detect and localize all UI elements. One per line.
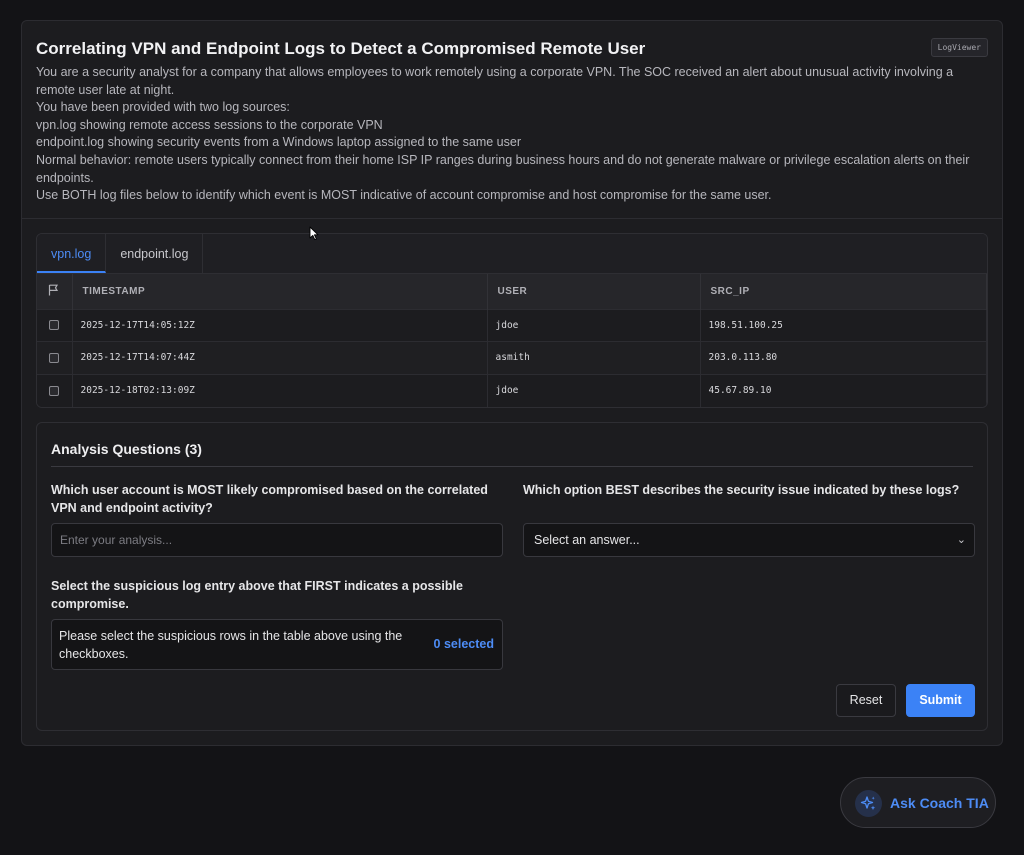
- flag-column-header: [37, 274, 73, 309]
- log-table: TIMESTAMP USER SRC_IP 2025-12-17T14:05:1…: [37, 274, 987, 407]
- column-header-timestamp[interactable]: TIMESTAMP: [72, 274, 488, 309]
- row-checkbox[interactable]: [49, 320, 59, 331]
- reset-button[interactable]: Reset: [836, 684, 896, 717]
- mouse-cursor-icon: [309, 226, 319, 241]
- table-row: 2025-12-18T02:13:09Z jdoe 45.67.89.10: [37, 374, 987, 407]
- row-checkbox[interactable]: [49, 352, 59, 363]
- row-selection-message: Please select the suspicious rows in the…: [59, 629, 403, 661]
- page-title: Correlating VPN and Endpoint Logs to Det…: [36, 39, 646, 58]
- column-header-src-ip[interactable]: SRC_IP: [700, 274, 987, 309]
- description-line: You are a security analyst for a company…: [36, 65, 954, 97]
- table-header-row: TIMESTAMP USER SRC_IP: [37, 274, 987, 309]
- cell-user: asmith: [487, 341, 701, 375]
- cell-timestamp: 2025-12-17T14:07:44Z: [72, 341, 488, 375]
- ask-coach-button[interactable]: Ask Coach TIA: [840, 777, 996, 828]
- question-1-label: Which user account is MOST likely compro…: [51, 483, 488, 515]
- column-header-user[interactable]: USER: [487, 274, 701, 309]
- log-tabs: vpn.log endpoint.log: [37, 234, 987, 274]
- description-line: Normal behavior: remote users typically …: [36, 152, 970, 185]
- logviewer-badge: LogViewer: [930, 38, 988, 57]
- table-row: 2025-12-17T14:05:12Z jdoe 198.51.100.25: [37, 309, 987, 342]
- description-line: Use BOTH log files below to identify whi…: [36, 188, 772, 203]
- question-3-label: Select the suspicious log entry above th…: [51, 579, 463, 611]
- analysis-input[interactable]: [51, 523, 503, 557]
- cell-src-ip: 203.0.113.80: [700, 341, 987, 375]
- submit-button[interactable]: Submit: [906, 684, 975, 717]
- description-line: vpn.log showing remote access sessions t…: [36, 117, 383, 132]
- chevron-down-icon: ⌄: [956, 534, 966, 546]
- table-row: 2025-12-17T14:07:44Z asmith 203.0.113.80: [37, 341, 987, 375]
- tab-endpoint-log[interactable]: endpoint.log: [106, 234, 204, 273]
- selected-count: 0 selected: [433, 637, 494, 651]
- cell-user: jdoe: [487, 374, 701, 407]
- description-line: You have been provided with two log sour…: [36, 100, 290, 115]
- row-checkbox[interactable]: [49, 385, 59, 396]
- scenario-header: Correlating VPN and Endpoint Logs to Det…: [22, 21, 1002, 219]
- row-selection-box: Please select the suspicious rows in the…: [51, 619, 503, 670]
- scenario-description: You are a security analyst for a company…: [36, 64, 988, 205]
- cell-timestamp: 2025-12-17T14:05:12Z: [72, 309, 488, 342]
- flag-icon: [48, 284, 59, 296]
- questions-title: Analysis Questions (3): [51, 441, 973, 467]
- cell-user: jdoe: [487, 309, 701, 342]
- question-2-label: Which option BEST describes the security…: [523, 483, 960, 497]
- ask-coach-label: Ask Coach TIA: [890, 795, 989, 811]
- cell-src-ip: 45.67.89.10: [700, 374, 987, 407]
- description-line: endpoint.log showing security events fro…: [36, 135, 521, 150]
- answer-select-value: Select an answer...: [534, 533, 640, 547]
- answer-select[interactable]: Select an answer... ⌄: [523, 523, 975, 557]
- cell-src-ip: 198.51.100.25: [700, 309, 987, 342]
- sparkles-icon: [855, 790, 882, 817]
- cell-timestamp: 2025-12-18T02:13:09Z: [72, 374, 488, 407]
- tab-vpn-log[interactable]: vpn.log: [37, 234, 107, 273]
- log-viewer: vpn.log endpoint.log TIMESTAMP USER SRC_…: [36, 233, 988, 408]
- lab-card: Correlating VPN and Endpoint Logs to Det…: [21, 20, 1003, 746]
- analysis-questions-panel: Analysis Questions (3) Which user accoun…: [36, 422, 988, 731]
